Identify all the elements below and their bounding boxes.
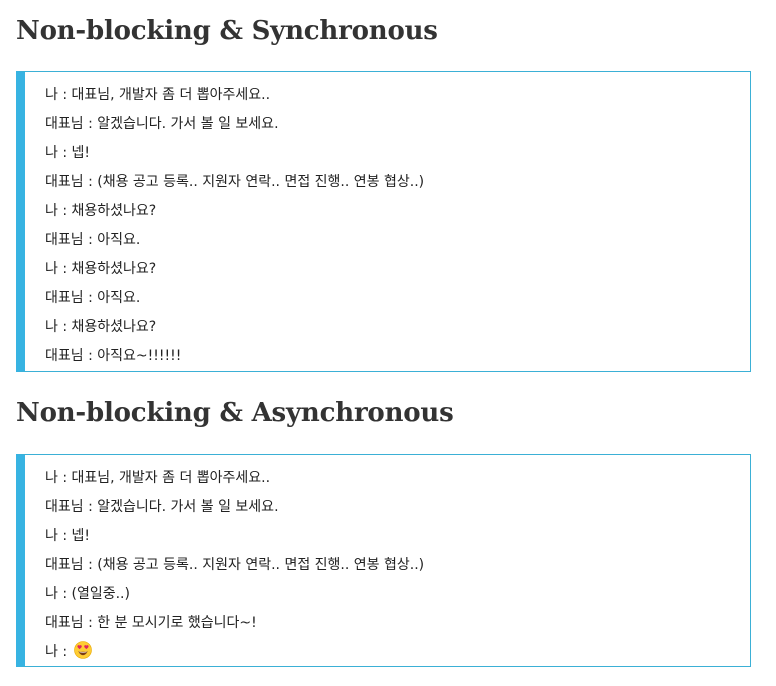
dialogue-line: 대표님 : 아직요~!!!!!! — [45, 348, 182, 364]
dialogue-line: 대표님 : 아직요. — [45, 232, 141, 248]
dialogue-line: 나 : 채용하셨나요? — [45, 261, 157, 277]
dialogue-line: 대표님 : 알겠습니다. 가서 볼 일 보세요. — [45, 499, 279, 515]
dialogue-line: 나 : 채용하셨나요? — [45, 319, 157, 335]
dialogue-line: 대표님 : (채용 공고 등록.. 지원자 연락.. 면접 진행.. 연봉 협상… — [45, 174, 425, 190]
dialogue-line-last: 나 : — [45, 638, 750, 667]
dialogue-line: 나 : 넵! — [45, 145, 90, 161]
dialogue-blockquote-async: 나 : 대표님, 개발자 좀 더 뽑아주세요.. 대표님 : 알겠습니다. 가서… — [16, 454, 751, 667]
dialogue-line: 대표님 : 아직요. — [45, 290, 141, 306]
dialogue-line: 나 : 대표님, 개발자 좀 더 뽑아주세요.. — [45, 470, 271, 486]
dialogue-line-text: 나 : — [45, 644, 72, 660]
section-heading-sync: Non-blocking & Synchronous — [16, 16, 438, 46]
dialogue-line: 대표님 : 알겠습니다. 가서 볼 일 보세요. — [45, 116, 279, 132]
dialogue-line: 대표님 : (채용 공고 등록.. 지원자 연락.. 면접 진행.. 연봉 협상… — [45, 557, 425, 573]
dialogue-line: 나 : (열일중..) — [45, 586, 130, 602]
dialogue-blockquote-sync: 나 : 대표님, 개발자 좀 더 뽑아주세요.. 대표님 : 알겠습니다. 가서… — [16, 71, 751, 372]
dialogue-line: 나 : 대표님, 개발자 좀 더 뽑아주세요.. — [45, 87, 271, 103]
dialogue-line: 나 : 넵! — [45, 528, 90, 544]
heart-eyes-emoji-icon — [73, 641, 92, 670]
dialogue-line: 대표님 : 한 분 모시기로 했습니다~! — [45, 615, 257, 631]
section-heading-async: Non-blocking & Asynchronous — [16, 398, 454, 428]
dialogue-line: 나 : 채용하셨나요? — [45, 203, 157, 219]
